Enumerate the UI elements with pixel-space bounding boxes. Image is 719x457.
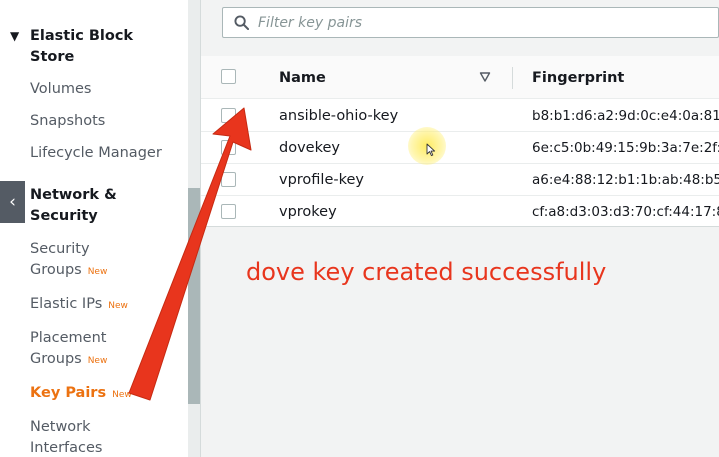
new-badge: New bbox=[108, 301, 128, 311]
table-header: Name Fingerprint bbox=[201, 56, 719, 99]
item-label: Groups bbox=[30, 262, 82, 278]
annotation-text: dove key created successfully bbox=[246, 258, 607, 286]
item-label: Elastic IPs bbox=[30, 296, 103, 312]
row-checkbox[interactable] bbox=[221, 140, 236, 155]
sort-down-icon[interactable] bbox=[479, 71, 491, 83]
section-title-line1: Elastic Block bbox=[30, 28, 134, 44]
item-label: Groups bbox=[30, 351, 82, 367]
key-pair-fingerprint: a6:e4:88:12:b1:1b:ab:48:b5: bbox=[532, 172, 719, 188]
sidebar-item-snapshots[interactable]: Snapshots bbox=[30, 111, 105, 132]
column-divider[interactable] bbox=[512, 67, 513, 89]
new-badge: New bbox=[112, 390, 132, 400]
key-pair-name: dovekey bbox=[279, 140, 340, 156]
column-header-name[interactable]: Name bbox=[279, 69, 326, 87]
chevron-left-icon: ‹ bbox=[9, 192, 16, 212]
column-header-fingerprint[interactable]: Fingerprint bbox=[532, 69, 624, 87]
sidebar-item-placement-groups[interactable]: Placement Groups New bbox=[30, 328, 107, 372]
key-pair-fingerprint: 6e:c5:0b:49:15:9b:3a:7e:2f:f bbox=[532, 140, 719, 156]
section-title-line1: Network & bbox=[30, 187, 117, 203]
section-title-line2: Store bbox=[30, 49, 75, 65]
sidebar: ▼ Elastic Block Store Volumes Snapshots Li… bbox=[0, 0, 188, 457]
item-label: Key Pairs bbox=[30, 385, 107, 401]
filter-key-pairs-input[interactable] bbox=[258, 14, 658, 31]
search-icon bbox=[234, 15, 249, 30]
item-label: Network bbox=[30, 419, 91, 435]
select-all-checkbox[interactable] bbox=[221, 69, 236, 84]
item-label: Interfaces bbox=[30, 440, 103, 456]
table-row[interactable]: dovekey 6e:c5:0b:49:15:9b:3a:7e:2f:f bbox=[201, 132, 719, 164]
collapse-sidebar-button[interactable]: ‹ bbox=[0, 181, 25, 223]
section-elastic-block-store[interactable]: ▼ Elastic Block Store bbox=[10, 26, 133, 68]
new-badge: New bbox=[87, 267, 108, 277]
key-pair-name: ansible-ohio-key bbox=[279, 108, 399, 124]
key-pairs-table: Name Fingerprint ansible-ohio-key b8:b1:… bbox=[201, 56, 719, 227]
key-pair-name: vprokey bbox=[279, 204, 337, 220]
key-pair-fingerprint: b8:b1:d6:a2:9d:0c:e4:0a:81:8 bbox=[532, 108, 719, 124]
sidebar-item-volumes[interactable]: Volumes bbox=[30, 79, 91, 100]
sidebar-scrollbar-thumb[interactable] bbox=[188, 188, 200, 404]
filter-search-box[interactable] bbox=[222, 7, 719, 38]
section-network-security[interactable]: ▼Network &Security bbox=[10, 185, 117, 227]
row-checkbox[interactable] bbox=[221, 204, 236, 219]
sidebar-item-elastic-ips[interactable]: Elastic IPs New bbox=[30, 294, 128, 317]
key-pair-fingerprint: cf:a8:d3:03:d3:70:cf:44:17:8 bbox=[532, 204, 719, 220]
sidebar-item-key-pairs[interactable]: Key Pairs New bbox=[30, 383, 132, 406]
item-label: Placement bbox=[30, 330, 107, 346]
table-row[interactable]: ansible-ohio-key b8:b1:d6:a2:9d:0c:e4:0a… bbox=[201, 100, 719, 132]
table-row[interactable]: vprofile-key a6:e4:88:12:b1:1b:ab:48:b5: bbox=[201, 164, 719, 196]
row-checkbox[interactable] bbox=[221, 108, 236, 123]
row-checkbox[interactable] bbox=[221, 172, 236, 187]
sidebar-item-network-interfaces[interactable]: Network Interfaces bbox=[30, 417, 102, 457]
key-pair-name: vprofile-key bbox=[279, 172, 364, 188]
sidebar-item-security-groups[interactable]: Security Groups New bbox=[30, 239, 107, 283]
item-label: Security bbox=[30, 241, 90, 257]
new-badge: New bbox=[87, 356, 108, 366]
mouse-pointer-icon bbox=[426, 143, 436, 157]
sidebar-item-lifecycle-manager[interactable]: Lifecycle Manager bbox=[30, 143, 162, 164]
section-title-line2: Security bbox=[30, 208, 98, 224]
table-row[interactable]: vprokey cf:a8:d3:03:d3:70:cf:44:17:8 bbox=[201, 196, 719, 228]
expand-triangle-icon: ▼ bbox=[10, 29, 20, 43]
